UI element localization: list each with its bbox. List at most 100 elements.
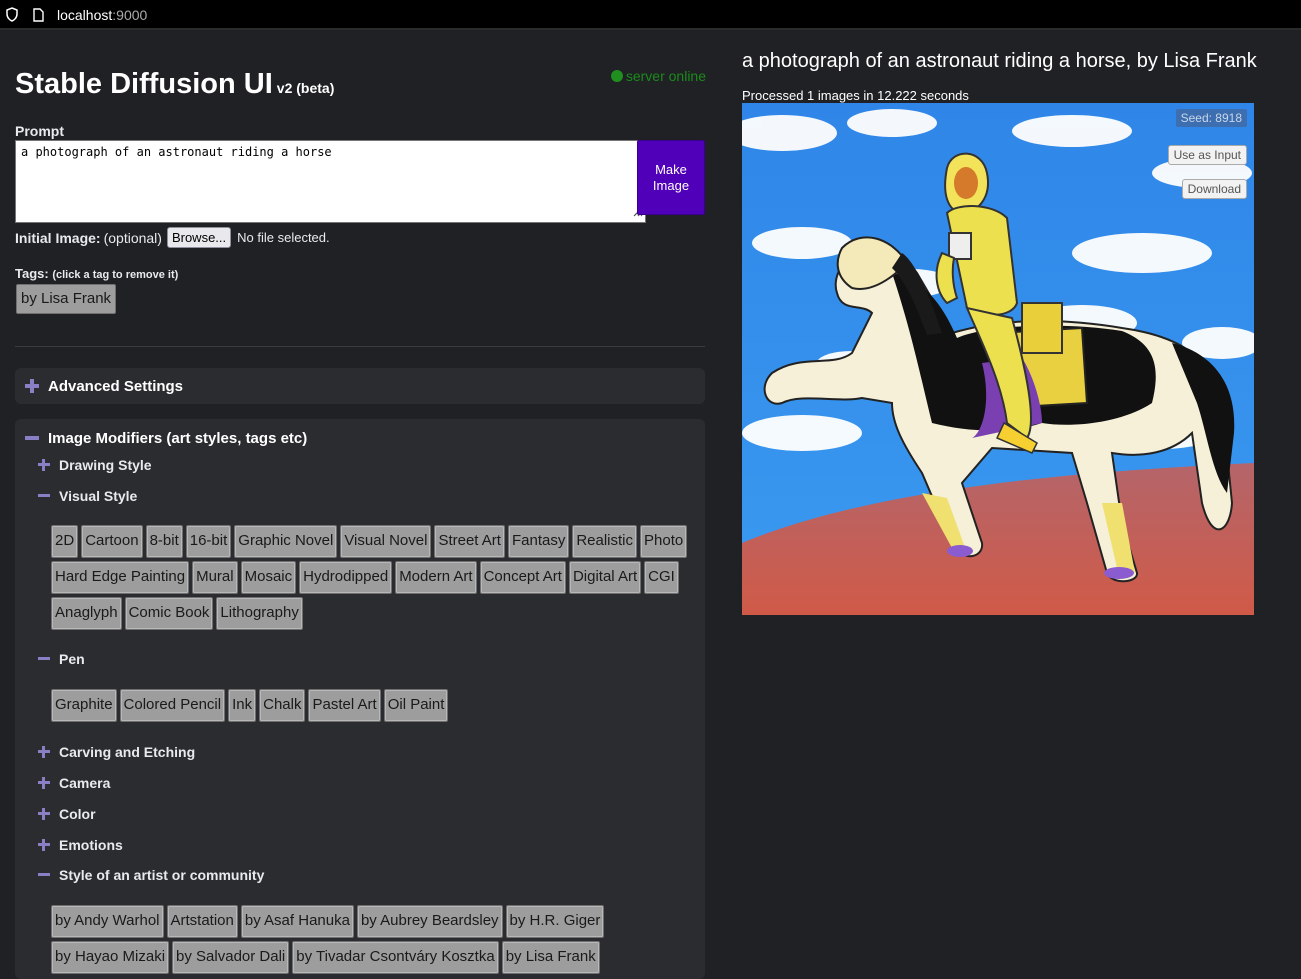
prompt-text: a photograph of an astronaut riding a ho… (21, 145, 332, 159)
plus-icon (37, 458, 51, 472)
modifier-chip[interactable]: by Andy Warhol (51, 905, 164, 938)
modifier-chip[interactable]: Graphite (51, 689, 117, 722)
modifier-chip[interactable]: Mural (192, 561, 238, 594)
visual-style-chips: 2D Cartoon 8-bit 16-bit Graphic Novel Vi… (51, 525, 691, 630)
plus-icon (37, 745, 51, 759)
section-pen[interactable]: Pen (37, 651, 85, 667)
download-button[interactable]: Download (1181, 179, 1247, 199)
minus-icon (37, 489, 51, 503)
seed-badge: Seed: 8918 (1175, 109, 1247, 127)
minus-icon (37, 868, 51, 882)
section-label: Camera (59, 775, 111, 791)
generated-image-art (742, 103, 1254, 615)
modifier-chip[interactable]: by Asaf Hanuka (240, 905, 354, 938)
modifier-chip[interactable]: Lithography (216, 597, 303, 630)
make-image-button[interactable]: Make Image (637, 140, 705, 215)
minus-icon (37, 652, 51, 666)
modifier-chip[interactable]: Mosaic (240, 561, 297, 594)
modifier-chip[interactable]: Digital Art (568, 561, 642, 594)
browse-button[interactable]: Browse... (166, 227, 232, 248)
modifier-chip[interactable]: Realistic (572, 525, 638, 558)
result-info: Processed 1 images in 12.222 seconds (742, 88, 969, 103)
initial-image-label: Initial Image: (15, 229, 101, 246)
plus-icon (37, 776, 51, 790)
modifier-chip[interactable]: by Hayao Mizaki (51, 941, 170, 974)
no-file-text: No file selected. (237, 230, 330, 245)
url-field[interactable]: localhost:9000 (57, 7, 147, 23)
modifier-chip[interactable]: Colored Pencil (119, 689, 226, 722)
generated-image: Seed: 8918 Use as Input Download (742, 103, 1254, 615)
section-carving-etching[interactable]: Carving and Etching (37, 744, 195, 760)
section-label: Visual Style (59, 488, 138, 504)
section-label: Color (59, 806, 96, 822)
status-dot-icon (610, 70, 623, 82)
image-modifiers-label: Image Modifiers (art styles, tags etc) (48, 429, 308, 447)
app-version: v2 (beta) (276, 80, 335, 96)
modifier-chip[interactable]: Hydrodipped (299, 561, 393, 594)
modifier-chip[interactable]: Comic Book (124, 597, 214, 630)
section-emotions[interactable]: Emotions (37, 837, 123, 853)
modifier-chip[interactable]: Anaglyph (51, 597, 122, 630)
page-icon (33, 8, 44, 27)
modifier-chip[interactable]: CGI (644, 561, 679, 594)
modifier-chip[interactable]: Visual Novel (340, 525, 432, 558)
modifier-chip[interactable]: by Tivadar Csontváry Kosztka (292, 941, 499, 974)
tag-chip[interactable]: by Lisa Frank (16, 284, 117, 314)
modifier-chip[interactable]: Ink (228, 689, 257, 722)
advanced-settings-label: Advanced Settings (48, 377, 184, 395)
modifier-chip[interactable]: by Lisa Frank (501, 941, 600, 974)
app-title-text: Stable Diffusion UI (15, 68, 273, 100)
prompt-label: Prompt (15, 123, 64, 139)
advanced-settings-header[interactable]: Advanced Settings (15, 368, 705, 404)
modifier-chip[interactable]: Photo (640, 525, 688, 558)
section-color[interactable]: Color (37, 806, 96, 822)
modifier-chip[interactable]: 2D (51, 525, 79, 558)
artist-chips: by Andy Warhol Artstation by Asaf Hanuka… (51, 905, 691, 974)
url-host: localhost (57, 7, 113, 23)
minus-icon (24, 430, 40, 446)
modifier-chip[interactable]: Artstation (166, 905, 238, 938)
modifier-chip[interactable]: Cartoon (81, 525, 143, 558)
section-label: Pen (59, 651, 85, 667)
section-label: Style of an artist or community (59, 867, 265, 883)
section-camera[interactable]: Camera (37, 775, 110, 791)
section-label: Drawing Style (59, 457, 152, 473)
modifier-chip[interactable]: Oil Paint (383, 689, 449, 722)
modifier-chip[interactable]: Chalk (259, 689, 306, 722)
modifier-chip[interactable]: by H.R. Giger (505, 905, 605, 938)
modifier-chip[interactable]: Pastel Art (308, 689, 381, 722)
initial-image-row: Initial Image: (optional) Browse... No f… (15, 227, 330, 248)
modifier-chip[interactable]: Modern Art (395, 561, 477, 594)
section-label: Emotions (59, 837, 123, 853)
pen-chips: Graphite Colored Pencil Ink Chalk Pastel… (51, 689, 691, 722)
section-label: Carving and Etching (59, 744, 196, 760)
tags-hint: (click a tag to remove it) (52, 269, 179, 281)
modifier-chip[interactable]: Concept Art (479, 561, 566, 594)
modifier-chip[interactable]: Street Art (434, 525, 505, 558)
image-modifiers-panel: Image Modifiers (art styles, tags etc) D… (15, 419, 705, 979)
status-text: server online (625, 68, 706, 84)
modifier-chip[interactable]: Hard Edge Painting (51, 561, 190, 594)
prompt-textarea[interactable]: a photograph of an astronaut riding a ho… (15, 140, 646, 223)
modifier-chip[interactable]: by Salvador Dali (172, 941, 290, 974)
use-as-input-button[interactable]: Use as Input (1167, 145, 1247, 165)
section-artist-style[interactable]: Style of an artist or community (37, 867, 264, 883)
result-title: a photograph of an astronaut riding a ho… (742, 50, 1257, 72)
divider (15, 346, 705, 347)
plus-icon (37, 807, 51, 821)
tags-label-text: Tags: (15, 266, 49, 281)
plus-icon (37, 838, 51, 852)
advanced-settings-panel[interactable]: Advanced Settings (15, 368, 705, 404)
section-drawing-style[interactable]: Drawing Style (37, 457, 152, 473)
modifier-chip[interactable]: 16-bit (185, 525, 232, 558)
modifier-chip[interactable]: Fantasy (507, 525, 570, 558)
section-visual-style[interactable]: Visual Style (37, 488, 137, 504)
shield-icon[interactable] (6, 7, 18, 27)
modifier-chip[interactable]: Graphic Novel (234, 525, 338, 558)
tags-label: Tags: (click a tag to remove it) (15, 266, 178, 281)
modifier-chip[interactable]: 8-bit (145, 525, 183, 558)
image-modifiers-header[interactable]: Image Modifiers (art styles, tags etc) (15, 419, 705, 457)
initial-image-optional: (optional) (103, 229, 162, 246)
url-port: :9000 (112, 7, 148, 23)
modifier-chip[interactable]: by Aubrey Beardsley (356, 905, 503, 938)
